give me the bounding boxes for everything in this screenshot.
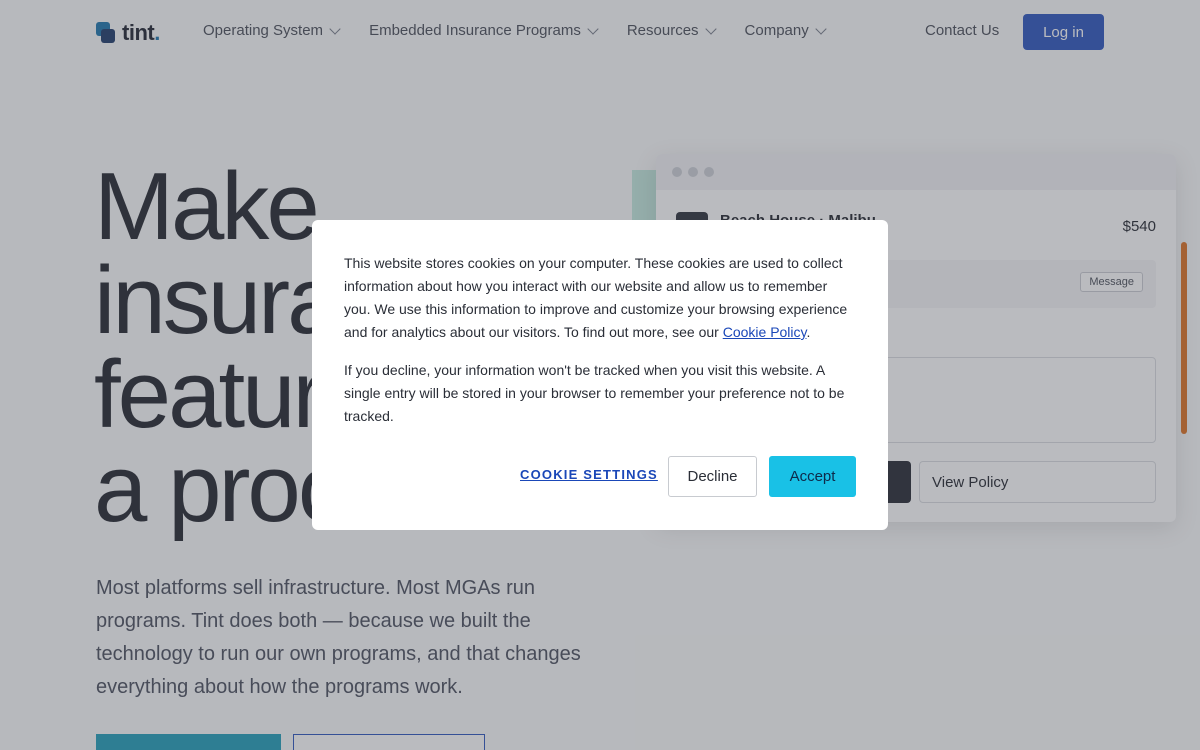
cookie-paragraph-1: This website stores cookies on your comp… — [344, 255, 848, 340]
accept-button[interactable]: Accept — [769, 456, 856, 497]
decline-button[interactable]: Decline — [668, 456, 757, 497]
page: tint. Operating System Embedded Insuranc… — [0, 0, 1200, 750]
cookie-settings-button[interactable]: COOKIE SETTINGS — [520, 467, 658, 482]
cookie-paragraph-2: If you decline, your information won't b… — [344, 362, 845, 424]
cookie-policy-link[interactable]: Cookie Policy — [723, 324, 807, 340]
cookie-consent-dialog: This website stores cookies on your comp… — [312, 220, 888, 530]
